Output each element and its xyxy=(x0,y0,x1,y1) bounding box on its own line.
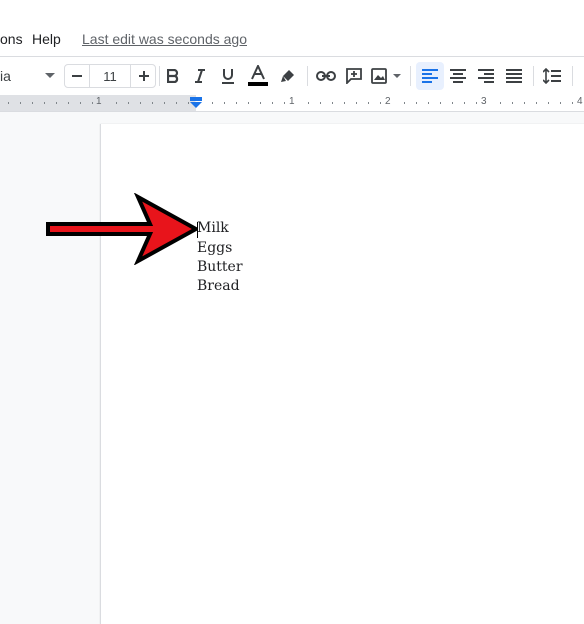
ruler-number: 2 xyxy=(385,96,391,107)
ruler-tick xyxy=(572,102,573,104)
ruler-number: 1 xyxy=(289,96,295,107)
line-spacing-icon[interactable] xyxy=(538,62,566,90)
ruler-tick xyxy=(56,102,57,104)
align-center-icon[interactable] xyxy=(444,62,472,90)
ruler-tick xyxy=(464,102,465,104)
ruler-tick xyxy=(440,102,441,104)
toolbar-divider xyxy=(533,66,534,86)
ruler-tick xyxy=(332,102,333,104)
ruler-tick xyxy=(320,102,321,104)
ruler-tick xyxy=(404,102,405,104)
ruler-tick xyxy=(152,102,153,104)
plus-icon[interactable] xyxy=(132,65,156,87)
ruler-tick xyxy=(176,102,177,104)
ruler-tick xyxy=(524,102,525,104)
bold-icon[interactable] xyxy=(160,62,186,90)
red-arrow-icon xyxy=(46,192,201,270)
ruler-tick xyxy=(8,102,9,104)
minus-icon[interactable] xyxy=(65,65,89,87)
ruler-tick xyxy=(368,102,369,104)
ruler-tick xyxy=(452,102,453,104)
indent-marker-icon[interactable] xyxy=(189,96,203,114)
document-line[interactable]: Eggs xyxy=(197,240,232,256)
document-line[interactable]: Bread xyxy=(197,278,240,294)
font-family-select[interactable]: ia xyxy=(0,62,34,90)
ruler-tick xyxy=(20,102,21,104)
insert-image-icon[interactable] xyxy=(368,62,404,90)
ruler-tick xyxy=(560,102,561,104)
ruler-tick xyxy=(500,102,501,104)
font-size-input[interactable]: 11 xyxy=(89,65,131,87)
last-edit-link[interactable]: Last edit was seconds ago xyxy=(82,31,247,47)
ruler-tick xyxy=(308,102,309,104)
ruler-tick xyxy=(416,102,417,104)
toolbar-divider xyxy=(307,66,308,86)
add-comment-icon[interactable] xyxy=(340,62,368,90)
chevron-down-icon[interactable] xyxy=(42,62,58,90)
justify-icon[interactable] xyxy=(500,62,528,90)
ruler-tick xyxy=(212,102,213,104)
highlight-icon[interactable] xyxy=(274,62,302,90)
ruler[interactable]: 1 1 1 2 3 4 xyxy=(0,95,584,112)
ruler-tick xyxy=(248,102,249,104)
ruler-tick xyxy=(260,102,261,104)
align-right-icon[interactable] xyxy=(472,62,500,90)
ruler-tick xyxy=(224,102,225,104)
ruler-tick xyxy=(536,102,537,104)
ruler-tick xyxy=(512,102,513,104)
font-family-value: ia xyxy=(0,68,11,84)
ruler-tick xyxy=(548,102,549,104)
ruler-tick xyxy=(32,102,33,104)
document-line[interactable]: Milk xyxy=(197,220,229,236)
ruler-tick xyxy=(428,102,429,104)
ruler-tick xyxy=(344,102,345,104)
ruler-tick xyxy=(236,102,237,104)
toolbar: ia 11 xyxy=(0,56,584,96)
ruler-tick xyxy=(476,102,477,104)
ruler-tick xyxy=(68,102,69,104)
menu-help[interactable]: Help xyxy=(32,31,61,47)
menu-extensions[interactable]: ons xyxy=(0,31,23,47)
ruler-tick xyxy=(284,102,285,104)
font-size-stepper: 11 xyxy=(64,64,156,88)
text-color-icon[interactable] xyxy=(244,62,272,90)
ruler-tick xyxy=(356,102,357,104)
ruler-tick xyxy=(44,102,45,104)
ruler-number: 4 xyxy=(577,96,583,107)
ruler-tick xyxy=(380,102,381,104)
menu-bar: ons Help Last edit was seconds ago xyxy=(0,0,584,56)
ruler-tick xyxy=(164,102,165,104)
document-line[interactable]: Butter xyxy=(197,259,243,275)
align-left-icon[interactable] xyxy=(416,62,444,90)
ruler-tick xyxy=(80,102,81,104)
ruler-number: 1 xyxy=(96,96,102,107)
italic-icon[interactable] xyxy=(187,62,213,90)
ruler-tick xyxy=(128,102,129,104)
ruler-tick xyxy=(272,102,273,104)
ruler-number: 3 xyxy=(481,96,487,107)
underline-icon[interactable] xyxy=(215,62,241,90)
link-icon[interactable] xyxy=(312,62,340,90)
toolbar-divider xyxy=(410,66,411,86)
ruler-tick xyxy=(92,102,93,104)
ruler-tick xyxy=(140,102,141,104)
ruler-tick xyxy=(116,102,117,104)
toolbar-divider xyxy=(572,66,573,86)
